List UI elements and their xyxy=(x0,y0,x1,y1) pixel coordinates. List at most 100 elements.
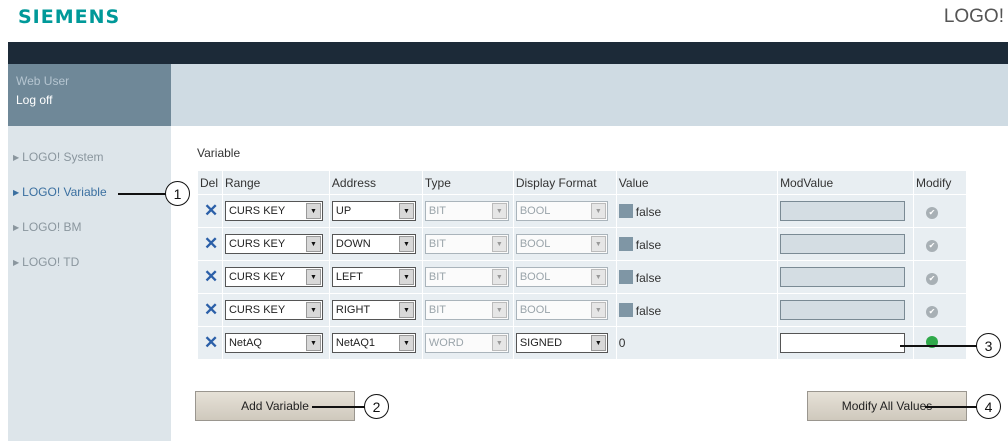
display-format-select[interactable]: SIGNED ▼ xyxy=(515,333,608,353)
delete-icon[interactable]: ✕ xyxy=(200,333,218,352)
address-value: UP xyxy=(335,205,352,217)
check-icon: ✔ xyxy=(926,206,939,219)
range-select[interactable]: CURS KEY ▼ xyxy=(224,267,323,287)
callout-line-3 xyxy=(900,345,977,347)
triangle-right-icon: ▶ xyxy=(13,258,20,267)
format-value: BOOL xyxy=(519,205,551,217)
col-header-type: Type xyxy=(421,170,514,195)
col-header-modvalue: ModValue xyxy=(777,170,915,195)
sidebar-item-label: LOGO! Variable xyxy=(22,185,107,199)
col-header-modify: Modify xyxy=(913,170,967,195)
type-value: BIT xyxy=(428,238,446,250)
value-text: 0 xyxy=(618,336,626,350)
type-value: BIT xyxy=(428,271,446,283)
chevron-down-icon: ▼ xyxy=(590,203,606,219)
chevron-down-icon: ▼ xyxy=(491,269,507,285)
modvalue-input[interactable] xyxy=(780,333,906,353)
delete-icon[interactable]: ✕ xyxy=(200,300,218,319)
table-row: ✕ CURS KEY ▼ LEFT ▼ BIT ▼ BOOL ▼ false ✔ xyxy=(197,260,967,294)
type-select: WORD ▼ xyxy=(424,333,509,353)
variable-table: Del Range Address Type Display Format Va… xyxy=(197,170,967,360)
value-text: false xyxy=(635,237,662,252)
type-value: BIT xyxy=(428,205,446,217)
chevron-down-icon: ▼ xyxy=(305,203,321,219)
callout-1: 1 xyxy=(165,181,190,206)
callout-3: 3 xyxy=(976,333,1001,358)
header-band xyxy=(171,64,1008,126)
check-icon: ✔ xyxy=(926,305,939,318)
col-header-range: Range xyxy=(221,170,330,195)
sidebar-item-label: LOGO! System xyxy=(22,150,104,164)
chevron-down-icon: ▼ xyxy=(590,335,606,351)
range-value: NetAQ xyxy=(228,337,262,349)
bool-indicator xyxy=(618,302,633,317)
triangle-right-icon: ▶ xyxy=(13,223,20,232)
modvalue-input xyxy=(780,234,906,254)
display-format-select: BOOL ▼ xyxy=(515,234,608,254)
format-value: BOOL xyxy=(519,238,551,250)
table-row: ✕ NetAQ ▼ NetAQ1 ▼ WORD ▼ SIGNED ▼ 0 xyxy=(197,326,967,360)
col-header-del: Del xyxy=(197,170,223,195)
chevron-down-icon: ▼ xyxy=(398,236,414,252)
chevron-down-icon: ▼ xyxy=(305,236,321,252)
sidebar-item-logo-bm[interactable]: ▶ LOGO! BM xyxy=(8,220,171,255)
type-select: BIT ▼ xyxy=(424,267,509,287)
product-name: LOGO! xyxy=(943,6,1004,27)
format-value: BOOL xyxy=(519,271,551,283)
chevron-down-icon: ▼ xyxy=(491,203,507,219)
chevron-down-icon: ▼ xyxy=(398,302,414,318)
type-value: WORD xyxy=(428,337,464,349)
address-select[interactable]: DOWN ▼ xyxy=(331,234,416,254)
table-header-row: Del Range Address Type Display Format Va… xyxy=(197,170,967,195)
format-value: BOOL xyxy=(519,304,551,316)
siemens-logo: SIEMENS xyxy=(18,6,121,28)
range-select[interactable]: NetAQ ▼ xyxy=(224,333,323,353)
top-bar xyxy=(8,42,1008,64)
sidebar-item-logo-system[interactable]: ▶ LOGO! System xyxy=(8,150,171,185)
section-title: Variable xyxy=(197,146,241,160)
address-select[interactable]: UP ▼ xyxy=(331,201,416,221)
delete-icon[interactable]: ✕ xyxy=(200,234,218,253)
chevron-down-icon: ▼ xyxy=(305,335,321,351)
callout-2: 2 xyxy=(364,394,389,419)
address-select[interactable]: NetAQ1 ▼ xyxy=(331,333,416,353)
range-value: CURS KEY xyxy=(228,238,286,250)
sidebar-item-label: LOGO! BM xyxy=(22,220,82,234)
range-select[interactable]: CURS KEY ▼ xyxy=(224,201,323,221)
delete-icon[interactable]: ✕ xyxy=(200,267,218,286)
type-select: BIT ▼ xyxy=(424,300,509,320)
chevron-down-icon: ▼ xyxy=(305,269,321,285)
table-row: ✕ CURS KEY ▼ RIGHT ▼ BIT ▼ BOOL ▼ false ✔ xyxy=(197,293,967,327)
sidebar-item-logo-variable[interactable]: ▶ LOGO! Variable xyxy=(8,185,171,220)
web-user-label: Web User xyxy=(16,74,70,88)
sidebar: ▶ LOGO! System ▶ LOGO! Variable ▶ LOGO! BM … xyxy=(8,126,171,441)
address-select[interactable]: RIGHT ▼ xyxy=(331,300,416,320)
delete-icon[interactable]: ✕ xyxy=(200,201,218,220)
range-select[interactable]: CURS KEY ▼ xyxy=(224,300,323,320)
chevron-down-icon: ▼ xyxy=(590,236,606,252)
chevron-down-icon: ▼ xyxy=(398,335,414,351)
col-header-display-format: Display Format xyxy=(512,170,617,195)
triangle-right-icon: ▶ xyxy=(13,188,20,197)
log-off-link[interactable]: Log off xyxy=(16,93,163,107)
modvalue-input xyxy=(780,267,906,287)
sidebar-item-logo-td[interactable]: ▶ LOGO! TD xyxy=(8,255,171,290)
chevron-down-icon: ▼ xyxy=(491,236,507,252)
bool-indicator xyxy=(618,203,633,218)
bool-indicator xyxy=(618,236,633,251)
bool-indicator xyxy=(618,269,633,284)
type-select: BIT ▼ xyxy=(424,234,509,254)
col-header-address: Address xyxy=(328,170,423,195)
modvalue-input xyxy=(780,300,906,320)
sidebar-item-label: LOGO! TD xyxy=(22,255,80,269)
value-text: false xyxy=(635,270,662,285)
modvalue-input xyxy=(780,201,906,221)
display-format-select: BOOL ▼ xyxy=(515,267,608,287)
range-select[interactable]: CURS KEY ▼ xyxy=(224,234,323,254)
chevron-down-icon: ▼ xyxy=(305,302,321,318)
chevron-down-icon: ▼ xyxy=(398,203,414,219)
address-value: LEFT xyxy=(335,271,363,283)
col-header-value: Value xyxy=(615,170,779,195)
address-select[interactable]: LEFT ▼ xyxy=(331,267,416,287)
check-icon: ✔ xyxy=(926,239,939,252)
